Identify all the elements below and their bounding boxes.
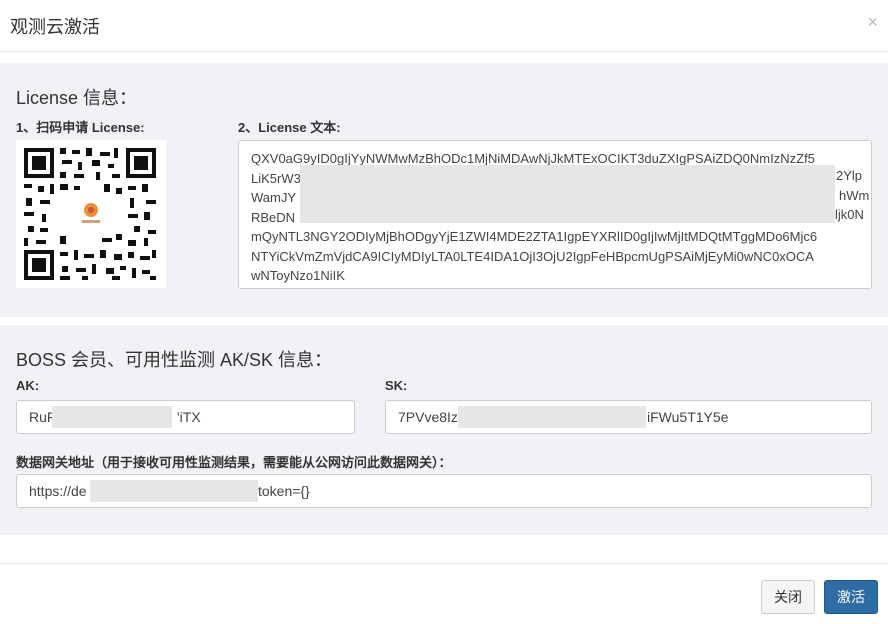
redaction-block (300, 165, 835, 223)
close-icon[interactable]: × (867, 12, 878, 33)
license-fragment: 2Ylp (836, 168, 863, 183)
gateway-label: 数据网关地址（用于接收可用性监测结果，需要能从公网访问此数据网关）： (16, 455, 452, 470)
redaction-block (90, 480, 258, 502)
boss-section-title: BOSS 会员、可用性监测 AK/SK 信息： (16, 350, 333, 370)
gateway-value-prefix: https://de (29, 483, 87, 499)
license-line: NTYiCkVmZmVjdCA9ICIyMDIyLTA0LTE4IDA1OjI3… (251, 248, 814, 264)
license-section-title: License 信息： (16, 88, 138, 108)
license-line: wNToyNzo1NiIK (251, 268, 345, 283)
license-text-step-label: 2、License 文本: (238, 120, 341, 135)
sk-label: SK: (385, 378, 408, 393)
close-button[interactable]: 关闭 (761, 580, 815, 614)
modal-footer (0, 563, 888, 624)
sk-value-suffix: iFWu5T1Y5e (647, 409, 729, 425)
redaction-block (458, 406, 646, 428)
redaction-block (52, 406, 172, 428)
modal-header: 观测云激活 × (0, 0, 888, 52)
qr-step-label: 1、扫码申请 License: (16, 120, 145, 135)
modal-title: 观测云激活 (10, 17, 100, 37)
gateway-value-suffix: token={} (258, 483, 310, 499)
license-fragment: ljk0N (835, 207, 864, 222)
redaction-spacer (836, 195, 837, 196)
qr-code-icon (16, 140, 166, 288)
ak-label: AK: (16, 378, 40, 393)
license-line: mQyNTL3NGY2ODIyMjBhODgyYjE1ZWI4MDE2ZTA1I… (251, 229, 818, 244)
ak-value-suffix: 'iTX (177, 409, 201, 425)
activate-button[interactable]: 激活 (824, 580, 878, 614)
license-fragment: hWm (839, 188, 870, 203)
sk-value-prefix: 7PVve8Iz (398, 409, 458, 425)
